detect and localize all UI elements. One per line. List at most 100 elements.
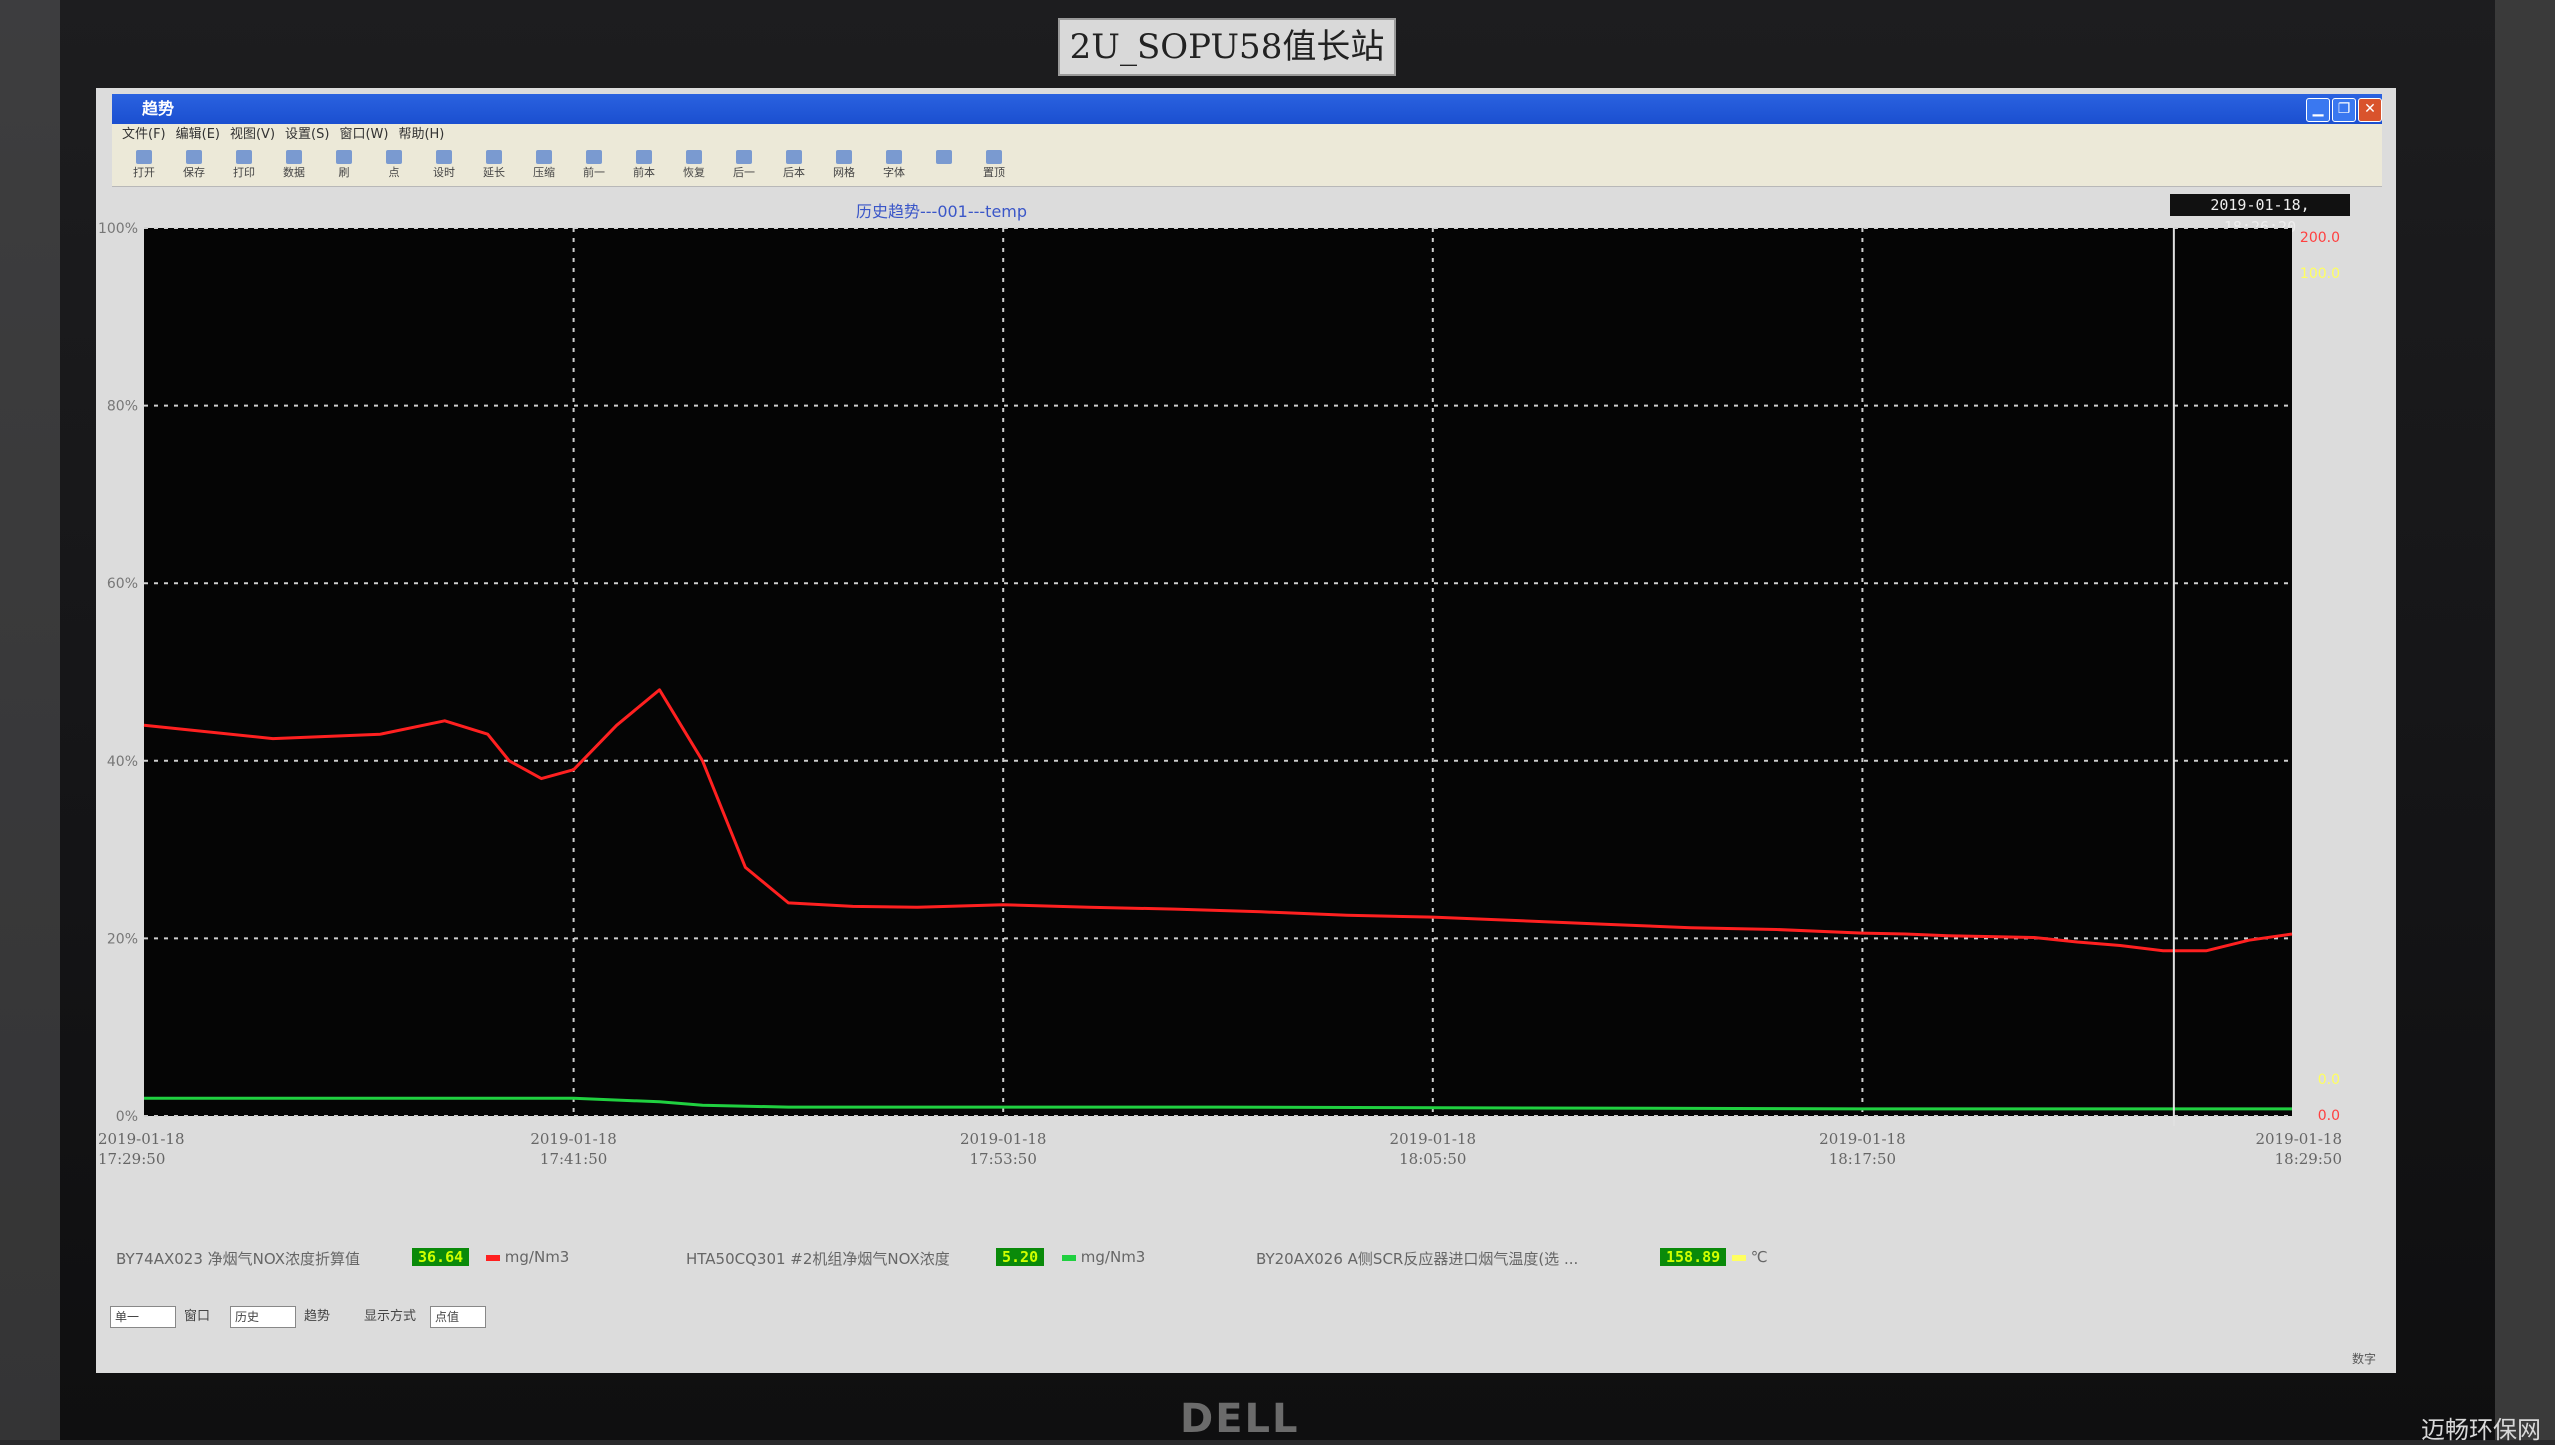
toolbar-label-1: 保存	[183, 166, 205, 179]
station-label: 2U_SOPU58值长站	[1058, 18, 1396, 76]
trend-chart[interactable]: 100% 80% 60% 40% 20% 0% 2019-01-18 17:29:50 2019…	[96, 216, 2396, 1216]
legend-unit-3-text: ℃	[1750, 1248, 1768, 1266]
y-tick-label-4: 20%	[107, 931, 138, 947]
toolbar-button-8[interactable]: 压缩	[522, 148, 566, 184]
toolbar-icon-17	[986, 150, 1002, 164]
legend-row: BY74AX023 净烟气NOX浓度折算值 36.64 mg/Nm3 HTA50…	[116, 1248, 2376, 1278]
toolbar-button-10[interactable]: 前本	[622, 148, 666, 184]
toolbar-button-15[interactable]: 字体	[872, 148, 916, 184]
x-tick-time-1: 17:41:50	[540, 1150, 607, 1168]
toolbar-label-9: 前一	[583, 166, 605, 179]
toolbar-label-5: 点	[388, 166, 400, 179]
toolbar-icon-5	[386, 150, 402, 164]
menu-item-5[interactable]: 帮助(H)	[398, 124, 444, 146]
toolbar-icon-13	[786, 150, 802, 164]
menu-item-3[interactable]: 设置(S)	[285, 124, 329, 146]
toolbar-icon-3	[286, 150, 302, 164]
toolbar-icon-8	[536, 150, 552, 164]
toolbar-label-4: 刷	[338, 166, 350, 179]
plot-area	[144, 228, 2292, 1116]
status-bar-text: 数字	[2351, 1352, 2376, 1366]
menu-item-4[interactable]: 窗口(W)	[339, 124, 388, 146]
legend-tag-1: BY74AX023 净烟气NOX浓度折算值	[116, 1250, 360, 1268]
toolbar-button-0[interactable]: 打开	[122, 148, 166, 184]
legend-swatch-1	[486, 1254, 500, 1261]
y-tick-label-3: 40%	[107, 754, 138, 770]
toolbar-label-15: 字体	[883, 166, 905, 179]
toolbar-button-4[interactable]: 刷	[322, 148, 366, 184]
toolbar-button-14[interactable]: 网格	[822, 148, 866, 184]
minimize-button[interactable]: ▁	[2306, 98, 2330, 122]
x-tick-time-4: 18:17:50	[1829, 1150, 1896, 1168]
toolbar-label-11: 恢复	[683, 166, 705, 179]
legend-unit-2: mg/Nm3	[1062, 1248, 1145, 1266]
background-right	[2495, 0, 2555, 1440]
toolbar-icon-4	[336, 150, 352, 164]
legend-unit-2-text: mg/Nm3	[1080, 1248, 1146, 1266]
legend-unit-1: mg/Nm3	[486, 1248, 569, 1266]
toolbar-button-6[interactable]: 设时	[422, 148, 466, 184]
y-tick-label-1: 80%	[107, 399, 138, 415]
legend-unit-1-text: mg/Nm3	[504, 1248, 570, 1266]
window-title: 趋势	[142, 99, 175, 118]
right-bottom-label-2: 0.0	[2318, 1108, 2340, 1124]
toolbar-button-9[interactable]: 前一	[572, 148, 616, 184]
toolbar-icon-15	[886, 150, 902, 164]
menu-item-2[interactable]: 视图(V)	[230, 124, 275, 146]
toolbar-button-17[interactable]: 置顶	[972, 148, 1016, 184]
legend-tag-2: HTA50CQ301 #2机组净烟气NOX浓度	[686, 1250, 950, 1268]
x-tick-date-0: 2019-01-18	[98, 1130, 184, 1148]
toolbar-icon-12	[736, 150, 752, 164]
toolbar-label-3: 数据	[283, 166, 305, 179]
x-tick-date-5: 2019-01-18	[2256, 1130, 2342, 1148]
display-mode-select[interactable]: 点值	[430, 1306, 486, 1328]
trend-type-select[interactable]: 历史	[230, 1306, 296, 1328]
toolbar-label-0: 打开	[133, 166, 155, 179]
close-button[interactable]: ✕	[2358, 98, 2382, 122]
toolbar-button-12[interactable]: 后一	[722, 148, 766, 184]
toolbar-label-13: 后本	[783, 166, 805, 179]
toolbar-button-3[interactable]: 数据	[272, 148, 316, 184]
toolbar-button-11[interactable]: 恢复	[672, 148, 716, 184]
toolbar-button-16[interactable]	[922, 148, 966, 184]
background-left	[0, 0, 60, 1440]
legend-value-3: 158.89	[1660, 1248, 1727, 1266]
toolbar-button-13[interactable]: 后本	[772, 148, 816, 184]
bottom-controls: 单一 窗口 历史 趋势 显示方式 点值	[110, 1306, 710, 1332]
toolbar-label-10: 前本	[633, 166, 655, 179]
menu-item-1[interactable]: 编辑(E)	[176, 124, 220, 146]
toolbar-button-1[interactable]: 保存	[172, 148, 216, 184]
current-timestamp: 2019-01-18, 18:26:20	[2170, 194, 2350, 236]
x-tick-time-3: 18:05:50	[1399, 1150, 1466, 1168]
toolbar: 打开 保存 打印 数据 刷 点 设时 延长 压缩 前一 前本 恢复 后一 后本 网格 字体 置顶	[112, 146, 2382, 187]
toolbar-label-17: 置顶	[983, 166, 1005, 179]
toolbar-label-8: 压缩	[533, 166, 555, 179]
toolbar-button-7[interactable]: 延长	[472, 148, 516, 184]
toolbar-label-14: 网格	[833, 166, 855, 179]
x-tick-time-0: 17:29:50	[98, 1150, 165, 1168]
window-mode-label: 窗口	[184, 1309, 211, 1324]
dell-logo: DELL	[1180, 1396, 1300, 1442]
toolbar-icon-0	[136, 150, 152, 164]
toolbar-icon-16	[936, 150, 952, 164]
x-tick-time-5: 18:29:50	[2275, 1150, 2342, 1168]
x-tick-date-2: 2019-01-18	[960, 1130, 1046, 1148]
maximize-button[interactable]: ❐	[2332, 98, 2356, 122]
toolbar-label-6: 设时	[433, 166, 455, 179]
x-tick-date-4: 2019-01-18	[1819, 1130, 1905, 1148]
toolbar-icon-2	[236, 150, 252, 164]
toolbar-button-5[interactable]: 点	[372, 148, 416, 184]
right-bottom-label-0: 0.0	[2318, 1072, 2340, 1088]
menu-item-0[interactable]: 文件(F)	[122, 124, 166, 146]
window-titlebar[interactable]: 趋势 ▁ ❐ ✕	[112, 94, 2382, 124]
right-top-label-2: 100.0	[2300, 266, 2340, 282]
toolbar-button-2[interactable]: 打印	[222, 148, 266, 184]
legend-unit-3: ℃	[1732, 1248, 1768, 1266]
right-top-label-0: 200.0	[2300, 230, 2340, 246]
y-tick-label-0: 100%	[98, 221, 138, 237]
window-mode-select[interactable]: 单一	[110, 1306, 176, 1328]
toolbar-label-2: 打印	[233, 166, 255, 179]
toolbar-icon-1	[186, 150, 202, 164]
menu-bar: 文件(F) 编辑(E) 视图(V) 设置(S) 窗口(W) 帮助(H)	[112, 124, 2382, 146]
trend-type-label: 趋势	[304, 1309, 331, 1324]
